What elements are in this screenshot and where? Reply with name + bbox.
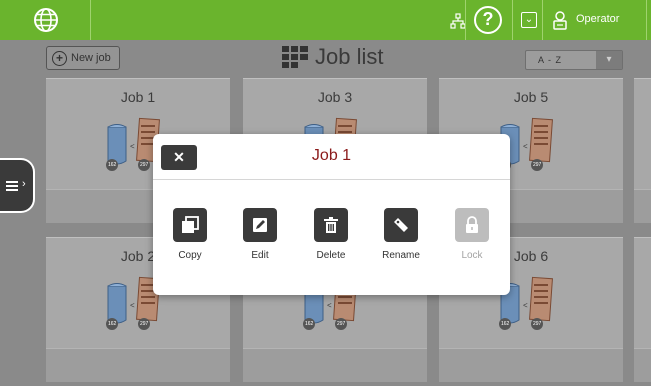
sort-value: A - Z (538, 55, 563, 65)
copy-label: Copy (178, 250, 202, 261)
chevron-down-icon: ▾ (596, 51, 622, 69)
lock-label: Lock (461, 250, 483, 261)
edit-label: Edit (251, 250, 269, 261)
sort-select[interactable]: A - Z ▾ (525, 50, 623, 70)
user-icon[interactable] (551, 10, 569, 30)
user-label[interactable]: Operator (576, 13, 619, 25)
job-count-b: 297 (140, 321, 149, 327)
delete-button[interactable] (314, 208, 348, 242)
help-icon[interactable]: ? (474, 6, 502, 34)
job-actions-dialog: ✕ Job 1 Copy Edit Delete Rename Lock (153, 134, 510, 295)
copy-action[interactable]: Copy (160, 208, 220, 261)
trash-icon (324, 217, 338, 233)
job-card-footer (634, 189, 651, 223)
job-name: Job 1 (120, 89, 156, 105)
job-count-a: 162 (108, 321, 117, 327)
job-count-b: 297 (337, 321, 346, 327)
dialog-title: Job 1 (311, 147, 352, 164)
rename-button[interactable] (384, 208, 418, 242)
dropdown-icon[interactable]: ⌄ (521, 12, 537, 28)
job-name: Job 5 (513, 89, 549, 105)
job-card-partial[interactable] (634, 78, 651, 223)
list-icon (6, 181, 18, 191)
svg-text:<: < (523, 142, 528, 151)
plus-icon: + (52, 51, 67, 66)
job-count-a: 162 (305, 321, 314, 327)
topbar-divider (465, 0, 466, 40)
delete-label: Delete (316, 250, 346, 261)
job-card-partial[interactable] (634, 237, 651, 382)
lock-action: Lock (442, 208, 502, 261)
job-count-a: 162 (108, 162, 117, 168)
job-card-footer (634, 348, 651, 382)
svg-text:<: < (327, 301, 332, 310)
chevron-right-icon: › (22, 178, 26, 190)
grid-icon (282, 46, 308, 68)
svg-text:<: < (130, 301, 135, 310)
job-count-b: 297 (140, 162, 149, 168)
dialog-header: ✕ Job 1 (153, 134, 510, 180)
network-icon (450, 13, 466, 29)
job-card-footer (439, 348, 623, 382)
topbar-divider (646, 0, 647, 40)
lock-icon (466, 216, 478, 233)
delete-action[interactable]: Delete (301, 208, 361, 261)
tag-icon (394, 218, 408, 232)
new-job-button[interactable]: + New job (46, 46, 120, 70)
copy-button[interactable] (173, 208, 207, 242)
new-job-label: New job (71, 52, 111, 64)
pencil-icon (253, 218, 267, 232)
top-bar: ? ⌄ Operator (0, 0, 651, 40)
rename-label: Rename (382, 250, 420, 261)
lock-button (455, 208, 489, 242)
svg-text:<: < (523, 301, 528, 310)
job-count-b: 297 (533, 162, 542, 168)
svg-text:<: < (130, 142, 135, 151)
topbar-divider (90, 0, 91, 40)
copy-icon (182, 216, 199, 233)
job-count-a: 162 (501, 321, 510, 327)
side-menu-tab[interactable]: › (0, 158, 35, 213)
rename-action[interactable]: Rename (371, 208, 431, 261)
job-card-footer (243, 348, 427, 382)
globe-icon[interactable] (33, 7, 59, 33)
job-name: Job 3 (317, 89, 353, 105)
topbar-divider (542, 0, 543, 40)
job-count-b: 297 (533, 321, 542, 327)
edit-action[interactable]: Edit (230, 208, 290, 261)
edit-button[interactable] (243, 208, 277, 242)
page-title: Job list (315, 44, 384, 69)
topbar-divider (512, 0, 513, 40)
job-card-footer (46, 348, 230, 382)
